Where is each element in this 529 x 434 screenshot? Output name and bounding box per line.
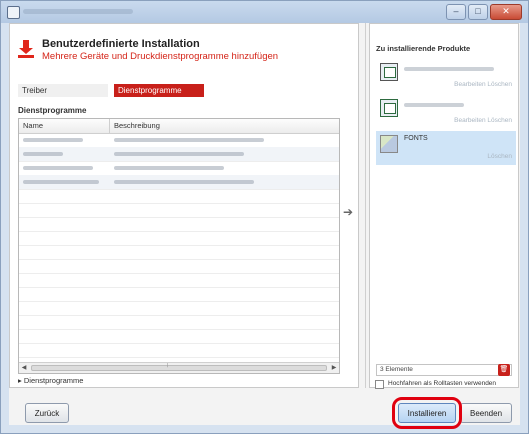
client-area: Benutzerdefinierte Installation Mehrere … (9, 23, 520, 429)
table-row (19, 301, 339, 316)
scroll-right-icon[interactable]: ▶ (329, 363, 339, 373)
utilities-panel: Benutzerdefinierte Installation Mehrere … (9, 23, 359, 388)
products-title: Zu installierende Produkte (376, 44, 471, 53)
table-row (19, 287, 339, 302)
utility-window-icon (380, 99, 398, 117)
maximize-button[interactable]: □ (468, 4, 488, 20)
horizontal-scrollbar[interactable]: ◀ ⦙ ▶ (19, 362, 339, 373)
product-item[interactable]: Bearbeiten Löschen (376, 95, 516, 129)
product-count: 3 Elemente (380, 366, 413, 373)
checkbox-label: Hochfahren als Rolltasten verwenden (388, 380, 497, 387)
utilities-expander[interactable]: ▸ Dienstprogramme (18, 376, 83, 385)
add-arrow-icon[interactable]: ➔ (343, 205, 353, 219)
product-list: Bearbeiten Löschen Bearbeiten Löschen FO… (376, 59, 516, 359)
scroll-keys-option[interactable]: Hochfahren als Rolltasten verwenden (375, 378, 525, 392)
scroll-left-icon[interactable]: ◀ (19, 363, 29, 373)
table-row (19, 343, 339, 358)
table-row[interactable] (19, 175, 339, 190)
grip-icon: ⦙ (167, 363, 169, 369)
scrollbar-thumb[interactable] (31, 365, 327, 371)
app-icon (7, 6, 20, 19)
table-header: Name Beschreibung (19, 119, 339, 134)
table-row (19, 231, 339, 246)
table-row[interactable] (19, 161, 339, 176)
close-button[interactable]: ✕ (490, 4, 522, 20)
table-row (19, 203, 339, 218)
page-subtitle: Mehrere Geräte und Druckdienstprogramme … (42, 51, 279, 62)
product-count-field: 3 Elemente (376, 364, 512, 376)
product-item[interactable]: Bearbeiten Löschen (376, 59, 516, 93)
product-actions[interactable]: Bearbeiten Löschen (454, 117, 512, 124)
install-download-icon (18, 40, 34, 58)
back-button[interactable]: Zurück (25, 403, 69, 423)
divider (365, 23, 366, 388)
table-row (19, 189, 339, 204)
window-controls: – □ ✕ (446, 4, 522, 20)
product-actions[interactable]: Bearbeiten Löschen (454, 81, 512, 88)
printer-driver-icon (380, 63, 398, 81)
table-row (19, 217, 339, 232)
page-title: Benutzerdefinierte Installation (42, 38, 200, 50)
table-row[interactable] (19, 133, 339, 148)
table-row (19, 329, 339, 344)
product-name (404, 67, 494, 71)
title-bar: – □ ✕ (1, 1, 528, 23)
minimize-button[interactable]: – (446, 4, 466, 20)
product-actions[interactable]: Löschen (487, 153, 512, 160)
window-title (23, 9, 133, 14)
option-checkbox[interactable] (375, 380, 384, 389)
product-name (404, 103, 464, 107)
finish-button[interactable]: Beenden (460, 403, 512, 423)
column-header-name[interactable]: Name (23, 121, 43, 130)
tab-row: Treiber Dienstprogramme (18, 84, 358, 97)
fonts-icon (380, 135, 398, 153)
column-header-description[interactable]: Beschreibung (114, 121, 160, 130)
tab-treiber[interactable]: Treiber (18, 84, 108, 97)
section-label: Dienstprogramme (18, 106, 87, 115)
expander-label: Dienstprogramme (23, 376, 84, 385)
products-panel: Zu installierende Produkte Bearbeiten Lö… (369, 23, 519, 388)
product-name: FONTS (404, 135, 428, 142)
tab-dienstprogramme[interactable]: Dienstprogramme (114, 84, 204, 97)
table-row (19, 273, 339, 288)
table-row (19, 315, 339, 330)
utilities-table: Name Beschreibung ◀ ⦙ ▶ (18, 118, 340, 374)
installer-window: – □ ✕ Benutzerdefinierte Installation Me… (0, 0, 529, 434)
table-row[interactable] (19, 147, 339, 162)
trash-icon[interactable]: 🗑 (498, 364, 510, 376)
product-item-fonts[interactable]: FONTS Löschen (376, 131, 516, 165)
table-row (19, 245, 339, 260)
table-row (19, 259, 339, 274)
install-button[interactable]: Installieren (398, 403, 456, 423)
